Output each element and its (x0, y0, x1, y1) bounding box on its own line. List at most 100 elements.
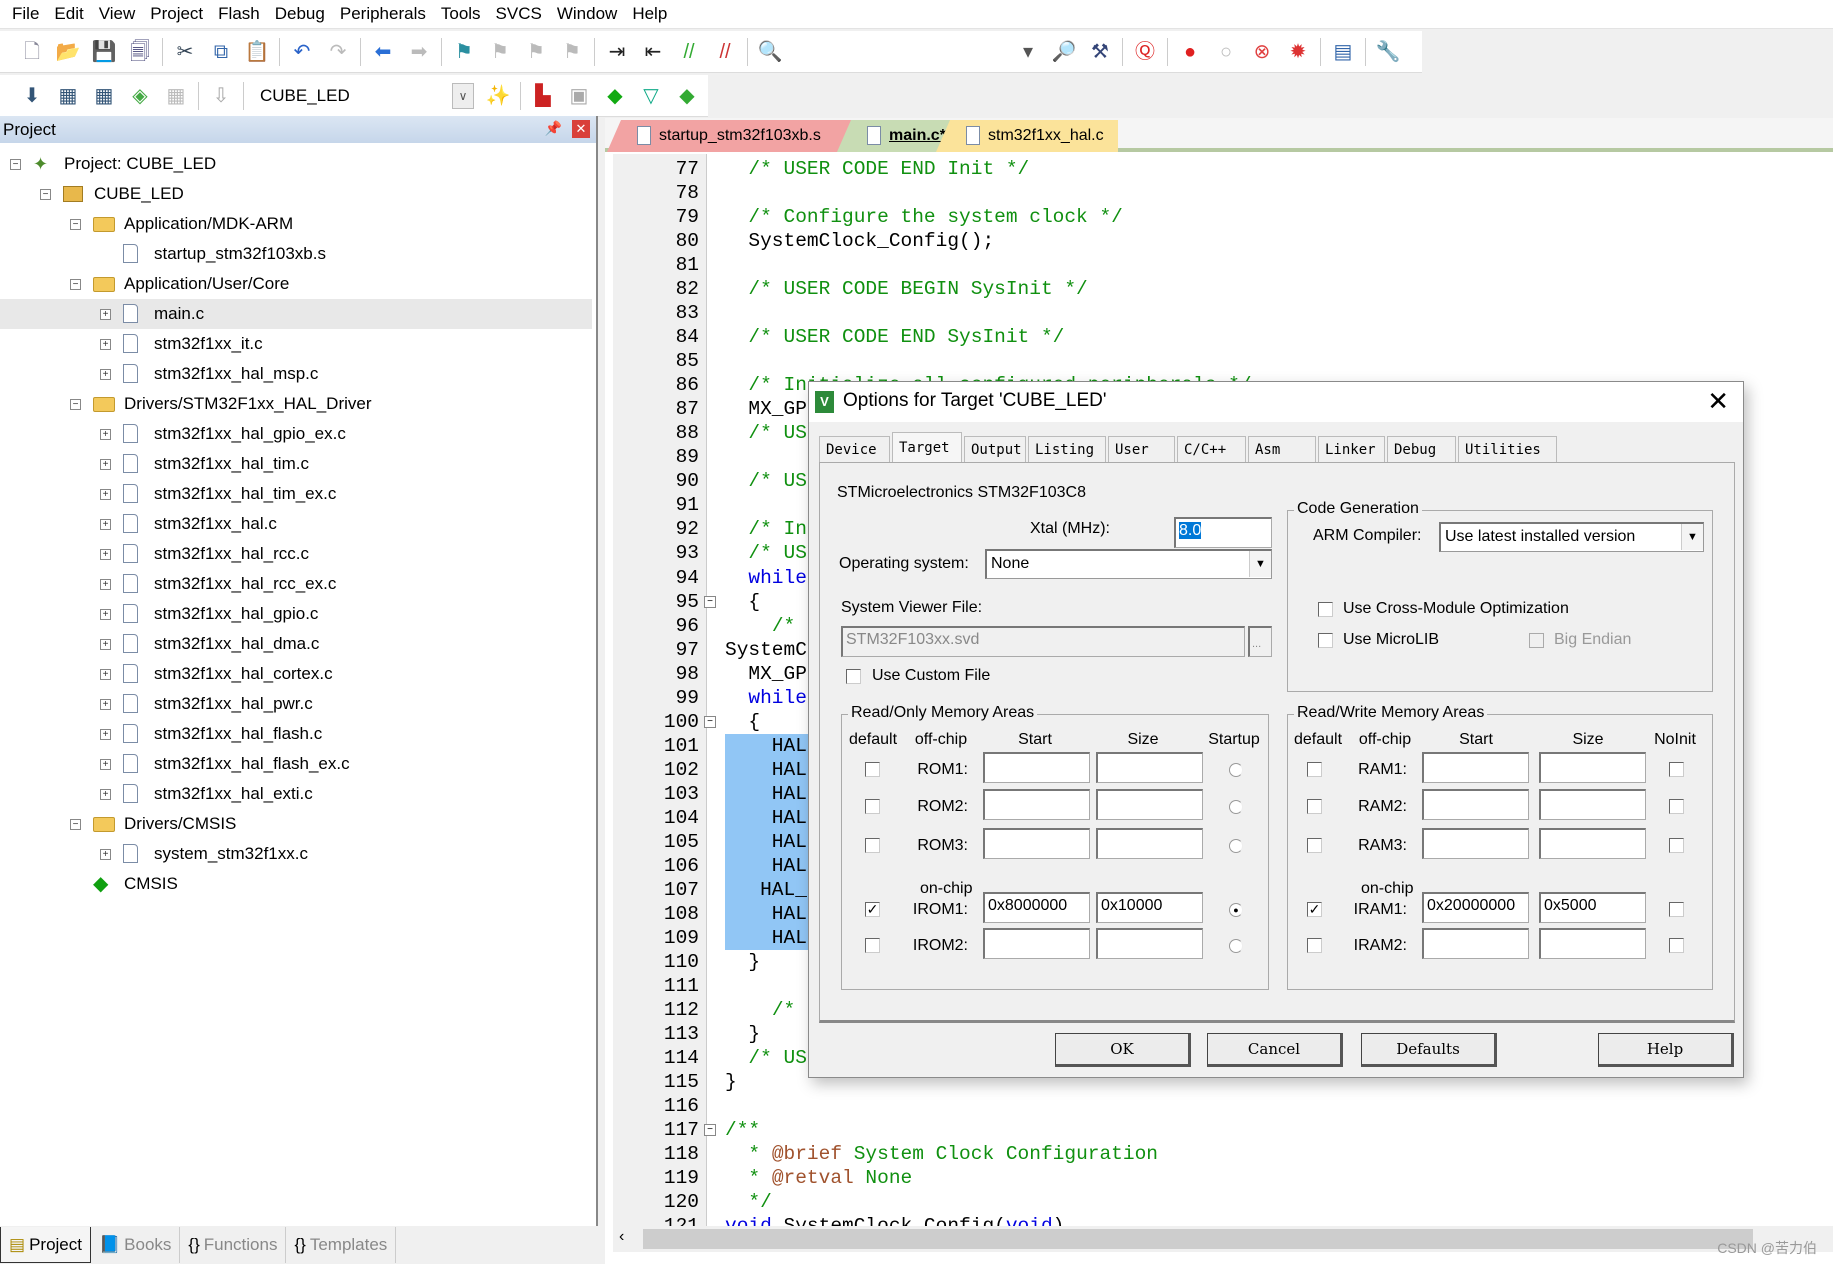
size-input[interactable] (1539, 828, 1646, 859)
save-icon[interactable]: 💾 (91, 39, 117, 65)
find-dropdown-icon[interactable]: ▾ (1015, 39, 1041, 65)
start-input[interactable]: 0x20000000 (1422, 892, 1529, 923)
close-dialog-button[interactable]: ✕ (1707, 386, 1729, 417)
select-packs-icon[interactable]: ▣ (566, 83, 592, 109)
manage-project-items-icon[interactable]: ▙ (530, 83, 556, 109)
tab-target[interactable]: Target (892, 432, 962, 462)
menu-svcs[interactable]: SVCS (492, 4, 553, 24)
save-all-icon[interactable]: 🗐 (127, 39, 153, 65)
noinit-checkbox[interactable] (1669, 799, 1684, 814)
startup-radio[interactable] (1229, 939, 1243, 953)
tree-item[interactable]: ◆ CMSIS (0, 869, 592, 899)
noinit-checkbox[interactable] (1669, 938, 1684, 953)
incremental-find-icon[interactable]: 🔎 (1051, 39, 1077, 65)
cut-icon[interactable]: ✂ (172, 39, 198, 65)
tree-item[interactable]: + stm32f1xx_hal_gpio.c (0, 599, 592, 629)
expand-icon[interactable]: + (100, 489, 111, 500)
default-checkbox[interactable]: ✓ (865, 902, 880, 917)
navigate-back-icon[interactable]: ⬅ (370, 39, 396, 65)
default-checkbox[interactable]: ✓ (1307, 902, 1322, 917)
uncomment-icon[interactable]: // (712, 39, 738, 65)
size-input[interactable]: 0x10000 (1096, 892, 1203, 923)
expand-icon[interactable]: + (100, 699, 111, 710)
horizontal-scrollbar[interactable]: ‹ (613, 1226, 1833, 1252)
tab-linker[interactable]: Linker (1318, 436, 1385, 462)
target-select[interactable]: CUBE_LED ∨ (254, 82, 474, 110)
expand-icon[interactable]: + (100, 339, 111, 350)
tree-item[interactable]: + stm32f1xx_hal_pwr.c (0, 689, 592, 719)
menu-window[interactable]: Window (553, 4, 628, 24)
size-input[interactable] (1539, 928, 1646, 959)
noinit-checkbox[interactable] (1669, 902, 1684, 917)
disable-all-breakpoints-icon[interactable]: ⊗ (1249, 39, 1275, 65)
default-checkbox[interactable] (1307, 938, 1322, 953)
indent-icon[interactable]: ⇥ (604, 39, 630, 65)
startup-radio[interactable] (1229, 800, 1243, 814)
tab-project[interactable]: ▤ Project (0, 1227, 91, 1263)
fold-icon[interactable]: − (704, 595, 716, 608)
tab-asm[interactable]: Asm (1248, 436, 1316, 462)
next-bookmark-icon[interactable]: ⚑ (523, 39, 549, 65)
expand-icon[interactable]: + (100, 609, 111, 620)
expand-icon[interactable]: + (100, 729, 111, 740)
copy-icon[interactable]: ⧉ (208, 39, 234, 65)
use-microlib-checkbox[interactable] (1318, 633, 1333, 648)
tree-item[interactable]: + stm32f1xx_hal_dma.c (0, 629, 592, 659)
redo-icon[interactable]: ↷ (325, 39, 351, 65)
menu-help[interactable]: Help (628, 4, 678, 24)
tree-item[interactable]: − Drivers/STM32F1xx_HAL_Driver (0, 389, 592, 419)
start-input[interactable] (1422, 828, 1529, 859)
rebuild-icon[interactable]: ▦ (91, 83, 117, 109)
tab-user[interactable]: User (1108, 436, 1175, 462)
options-for-target-icon[interactable]: ✨ (485, 83, 511, 109)
size-input[interactable] (1096, 828, 1203, 859)
size-input[interactable] (1096, 789, 1203, 820)
use-custom-file-checkbox[interactable] (846, 669, 861, 684)
menu-peripherals[interactable]: Peripherals (336, 4, 437, 24)
collapse-icon[interactable]: − (70, 399, 81, 410)
start-input[interactable] (983, 828, 1090, 859)
tree-item[interactable]: + stm32f1xx_hal_flash.c (0, 719, 592, 749)
xtal-input[interactable]: 8.0 (1174, 517, 1272, 548)
disable-breakpoint-icon[interactable]: ○ (1213, 39, 1239, 65)
expand-icon[interactable]: + (100, 579, 111, 590)
unindent-icon[interactable]: ⇤ (640, 39, 666, 65)
default-checkbox[interactable] (865, 938, 880, 953)
tab-books[interactable]: 📘 Books (91, 1227, 181, 1263)
default-checkbox[interactable] (1307, 799, 1322, 814)
os-select[interactable]: None ▼ (985, 549, 1272, 579)
tree-item[interactable]: − Application/MDK-ARM (0, 209, 592, 239)
ok-button[interactable]: OK (1055, 1033, 1191, 1067)
expand-icon[interactable]: + (100, 759, 111, 770)
defaults-button[interactable]: Defaults (1361, 1033, 1497, 1067)
file-tab[interactable]: stm32f1xx_hal.c (936, 120, 1118, 152)
tab-debug[interactable]: Debug (1387, 436, 1456, 462)
kill-all-breakpoints-icon[interactable]: ✹ (1285, 39, 1311, 65)
expand-icon[interactable]: + (100, 369, 111, 380)
size-input[interactable]: 0x5000 (1539, 892, 1646, 923)
startup-radio[interactable]: ● (1229, 903, 1243, 917)
navigate-forward-icon[interactable]: ➡ (406, 39, 432, 65)
tree-item[interactable]: + stm32f1xx_hal_tim_ex.c (0, 479, 592, 509)
open-folder-icon[interactable]: 📂 (55, 39, 81, 65)
scrollbar-thumb[interactable] (643, 1229, 1753, 1249)
cross-module-optimization-checkbox[interactable] (1318, 602, 1333, 617)
fold-icon[interactable]: − (704, 715, 716, 728)
menu-flash[interactable]: Flash (214, 4, 271, 24)
tree-item[interactable]: − CUBE_LED (0, 179, 592, 209)
big-endian-checkbox[interactable] (1529, 633, 1544, 648)
download-icon[interactable]: ⇩ (208, 83, 234, 109)
select-software-packs-icon[interactable]: ▽ (638, 83, 664, 109)
tree-item[interactable]: − Drivers/CMSIS (0, 809, 592, 839)
tree-item[interactable]: + stm32f1xx_hal_flash_ex.c (0, 749, 592, 779)
expand-icon[interactable]: + (100, 789, 111, 800)
tree-item[interactable]: + stm32f1xx_hal_rcc_ex.c (0, 569, 592, 599)
expand-icon[interactable]: + (100, 459, 111, 470)
tab-listing[interactable]: Listing (1028, 436, 1106, 462)
tree-item[interactable]: + stm32f1xx_hal_rcc.c (0, 539, 592, 569)
size-input[interactable] (1096, 752, 1203, 783)
start-input[interactable] (1422, 789, 1529, 820)
menu-tools[interactable]: Tools (437, 4, 492, 24)
menu-project[interactable]: Project (146, 4, 214, 24)
translate-icon[interactable]: ⬇ (19, 83, 45, 109)
